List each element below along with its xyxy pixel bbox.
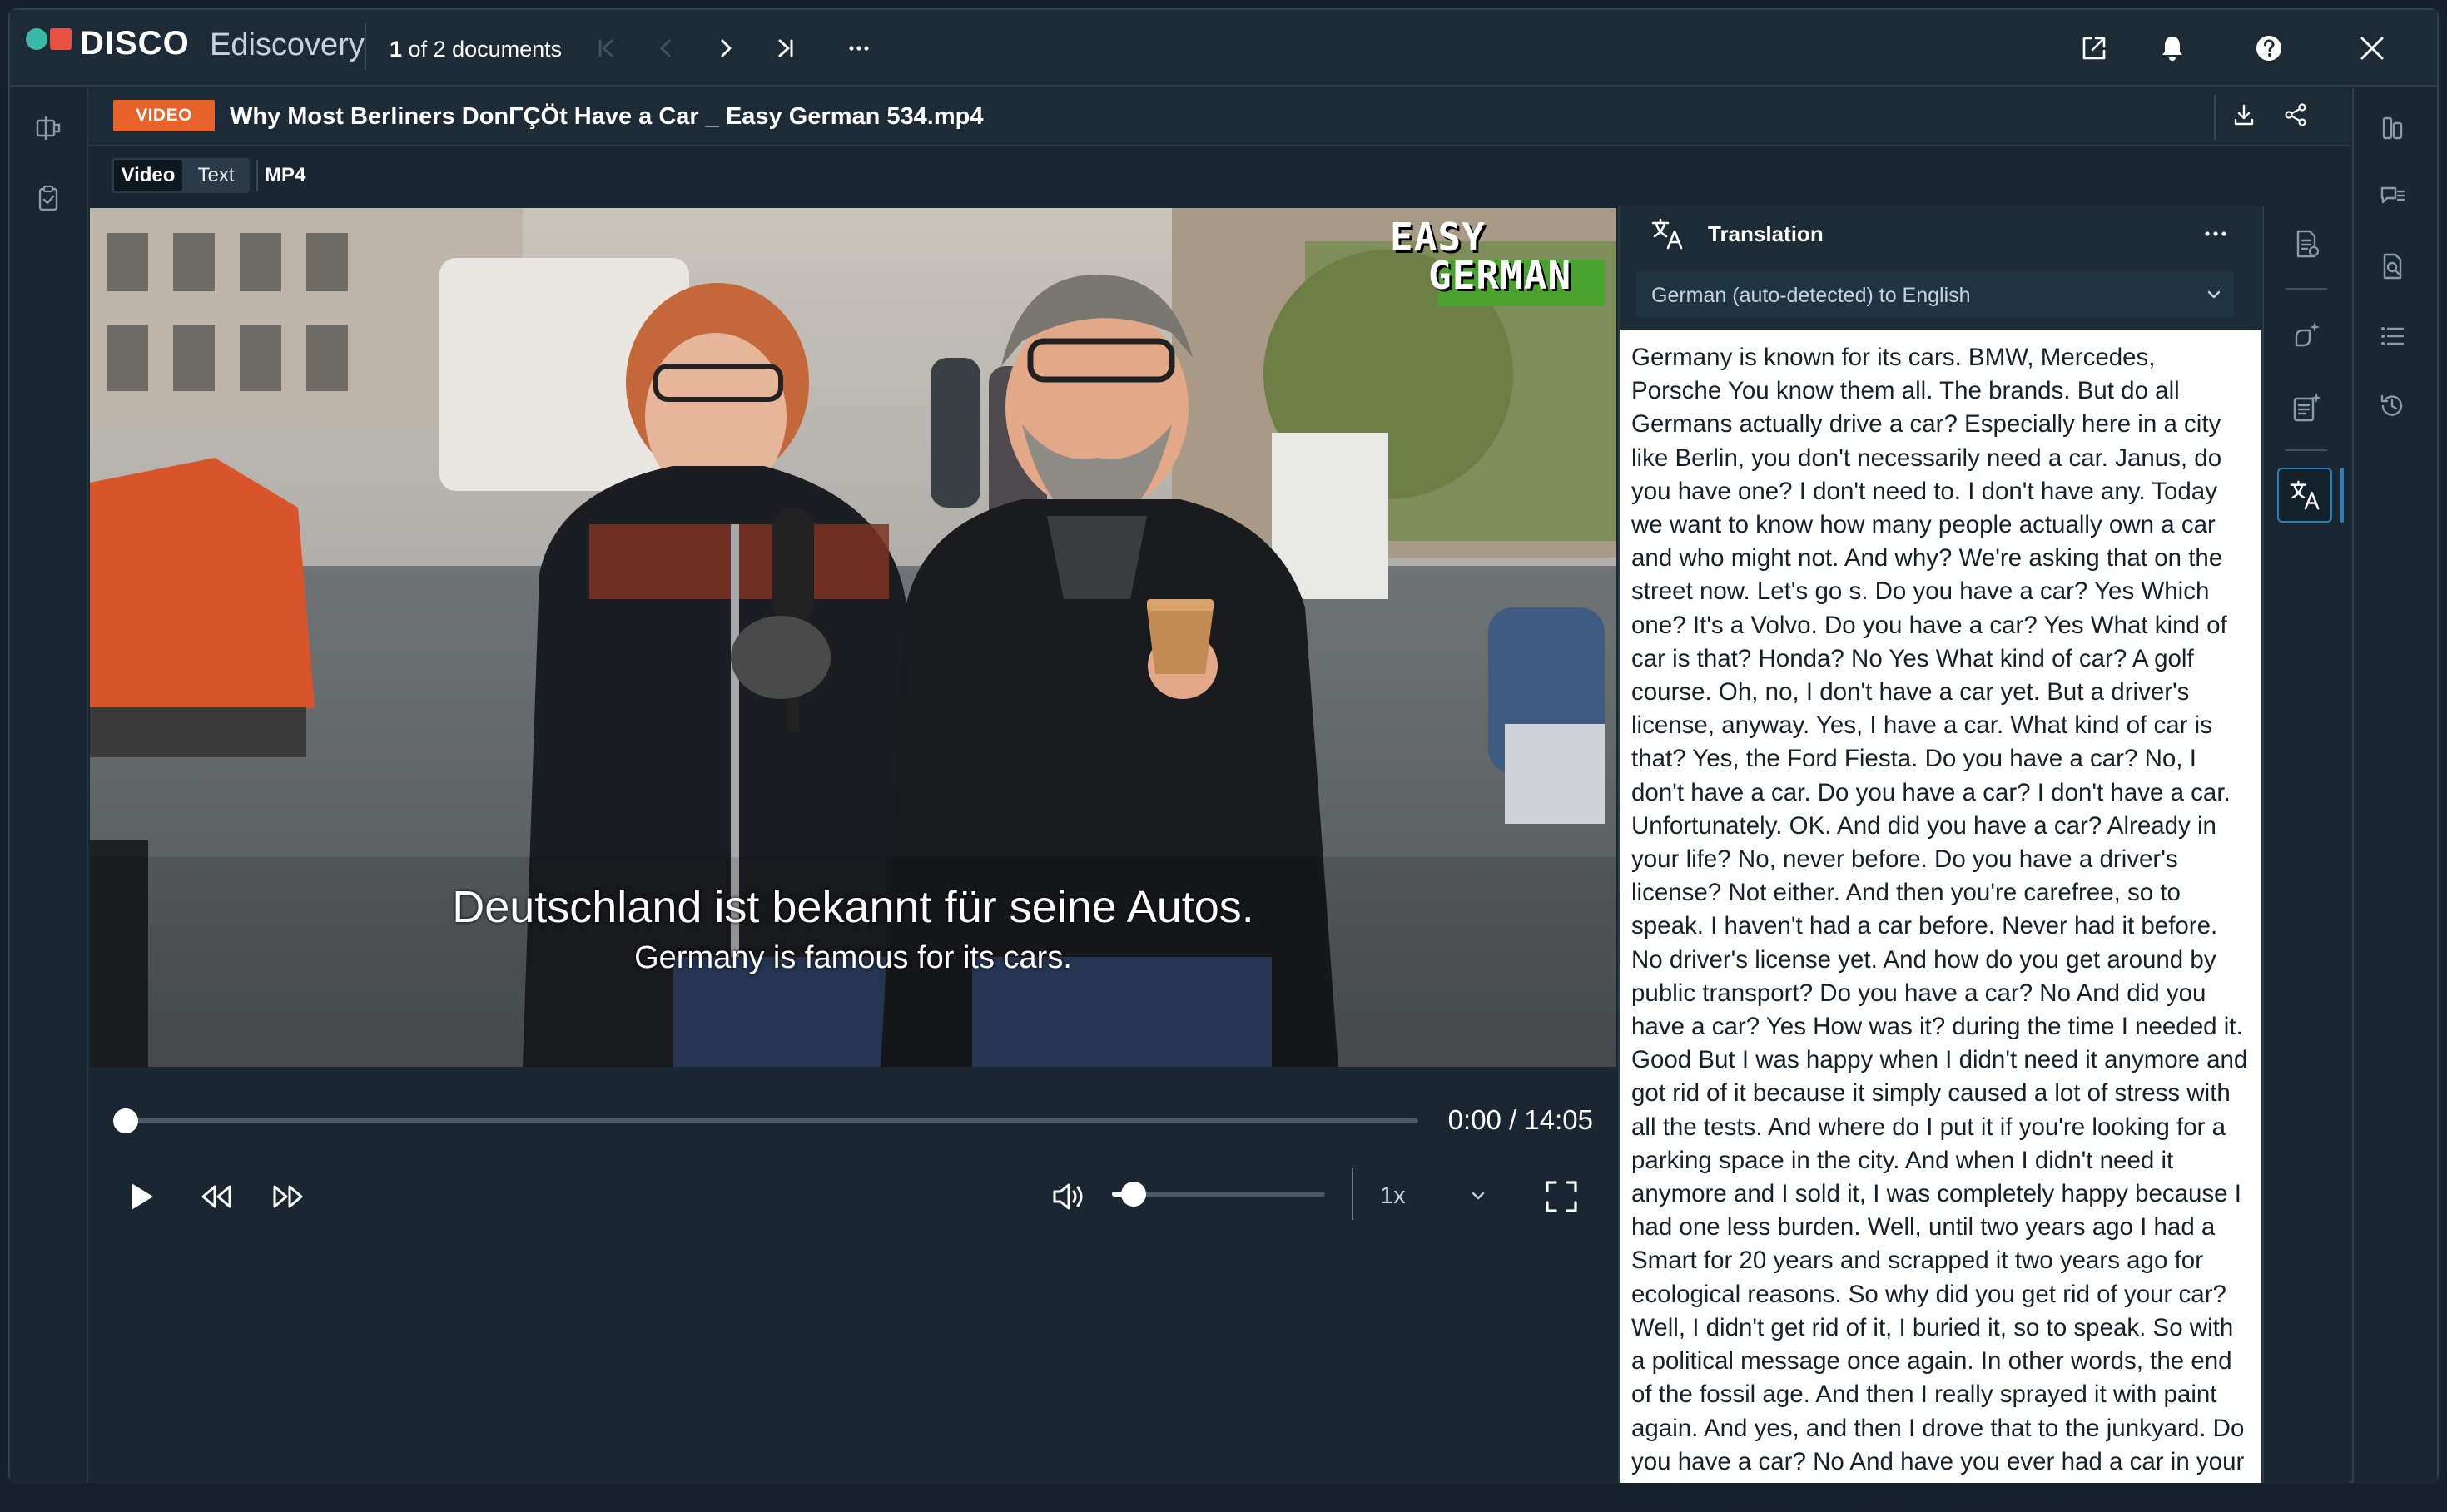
divider [256, 160, 258, 191]
tab-video[interactable]: Video [114, 160, 182, 191]
ai-assist-icon[interactable] [2284, 313, 2329, 358]
easy-german-watermark-sub: GERMAN [1428, 253, 1572, 298]
subtitle-english: Germany is famous for its cars. [634, 940, 1072, 975]
panel-toggle-icon[interactable] [30, 110, 67, 146]
language-select-value: German (auto-detected) to English [1651, 284, 1971, 307]
last-document-button[interactable] [767, 30, 804, 67]
share-icon[interactable] [2279, 98, 2312, 131]
volume-handle[interactable] [1120, 1182, 1146, 1207]
format-tabs-row [88, 148, 2350, 205]
help-icon[interactable] [2251, 30, 2287, 67]
first-document-button[interactable] [588, 30, 624, 67]
fullscreen-icon[interactable] [1538, 1173, 1585, 1220]
fast-forward-icon[interactable] [265, 1173, 311, 1220]
open-external-icon[interactable] [2076, 30, 2112, 67]
divider [1352, 1168, 1353, 1220]
tab-text[interactable]: Text [185, 160, 247, 191]
easy-german-watermark: EASY [1390, 215, 1486, 260]
product-name: Ediscovery [210, 27, 365, 62]
left-rail [10, 88, 88, 1483]
document-details-icon[interactable] [2284, 221, 2329, 266]
document-type-badge: VIDEO [113, 100, 215, 131]
rewind-icon[interactable] [193, 1173, 240, 1220]
history-icon[interactable] [2374, 388, 2410, 424]
chevron-down-icon [2202, 283, 2226, 306]
translation-more-icon[interactable] [2201, 220, 2231, 248]
ai-summary-icon[interactable] [2284, 384, 2329, 429]
video-controls [90, 1068, 1616, 1260]
translate-icon [2290, 480, 2320, 510]
play-button[interactable] [118, 1173, 165, 1220]
document-title: Why Most Berliners DonΓÇÖt Have a Car _ … [230, 103, 984, 130]
notifications-bell-icon[interactable] [2154, 30, 2191, 67]
translation-text: Germany is known for its cars. BMW, Merc… [1631, 344, 2248, 1509]
disco-logo-icon [25, 27, 75, 52]
divider [2214, 95, 2216, 140]
bullet-list-icon[interactable] [2374, 318, 2410, 354]
divider [365, 23, 366, 70]
file-format-label: MP4 [265, 164, 306, 186]
more-options-icon[interactable] [841, 30, 877, 67]
document-total: of 2 documents [408, 37, 563, 62]
translation-title: Translation [1708, 221, 1824, 246]
seek-bar[interactable] [117, 1118, 1418, 1123]
seek-bar-handle[interactable] [113, 1108, 138, 1133]
volume-icon[interactable] [1045, 1173, 1092, 1220]
clipboard-check-icon[interactable] [30, 180, 67, 216]
comment-list-icon[interactable] [2374, 178, 2410, 215]
brand-name: DISCO [80, 25, 190, 62]
divider [2286, 449, 2327, 451]
playback-speed-select[interactable]: 1x [1380, 1175, 1505, 1217]
columns-layout-icon[interactable] [2374, 110, 2410, 146]
time-display: 0:00 / 14:05 [1447, 1104, 1593, 1135]
chevron-down-icon [1468, 1175, 1488, 1217]
playback-speed-value: 1x [1380, 1182, 1406, 1209]
active-tool-indicator [2340, 468, 2344, 523]
translate-icon [1650, 216, 1685, 251]
top-bar [10, 10, 2437, 87]
translate-tool-button[interactable] [2277, 468, 2332, 523]
previous-document-button[interactable] [648, 30, 684, 67]
document-index: 1 [390, 37, 403, 62]
download-icon[interactable] [2227, 98, 2261, 131]
close-icon[interactable] [2354, 30, 2390, 67]
divider [2286, 288, 2327, 290]
next-document-button[interactable] [707, 30, 744, 67]
document-counter: 1 of 2 documents [390, 37, 562, 62]
document-search-icon[interactable] [2374, 248, 2410, 285]
right-outer-rail [2352, 88, 2437, 1483]
subtitle-german: Deutschland ist bekannt für seine Autos. [452, 882, 1254, 932]
